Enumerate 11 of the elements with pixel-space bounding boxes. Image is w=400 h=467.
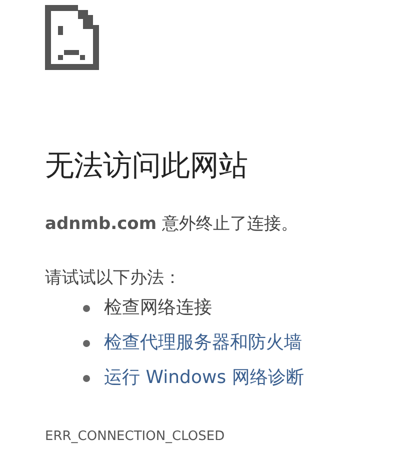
suggestion-item: 检查网络连接 [104,296,212,320]
error-title: 无法访问此网站 [45,147,249,184]
bullet-icon [83,340,90,346]
error-message: adnmb.com 意外终止了连接。 [45,213,299,236]
bullet-icon [83,374,90,382]
suggestions-heading: 请试试以下办法： [45,267,182,290]
bullet-icon [83,304,90,312]
error-code: ERR_CONNECTION_CLOSED [45,428,226,446]
sad-page-icon [45,5,99,70]
suggestion-link[interactable]: 运行 Windows 网络诊断 [104,366,304,390]
suggestion-link[interactable]: 检查代理服务器和防火墙 [104,331,302,355]
